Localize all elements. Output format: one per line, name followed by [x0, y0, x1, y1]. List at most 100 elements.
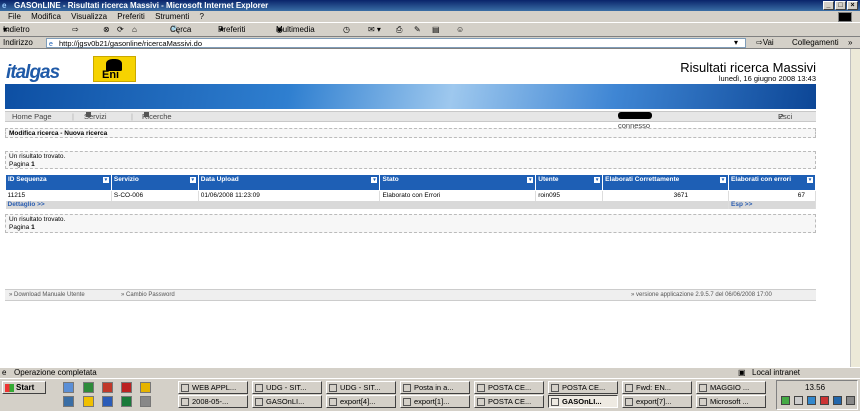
minimize-button[interactable]: _ — [823, 1, 834, 10]
maximize-button[interactable]: □ — [835, 1, 846, 10]
result-summary-bottom: Un risultato trovato. Pagina 1 — [5, 214, 816, 233]
ie-quicklaunch-icon[interactable] — [63, 382, 74, 393]
taskbar: Start WEB APPL... UDG - SIT... UDG - SIT… — [0, 378, 860, 411]
result-summary-top: Un risultato trovato. Pagina 1 — [5, 151, 816, 169]
page-link-1[interactable]: 1 — [31, 161, 35, 168]
network-icon[interactable] — [781, 396, 790, 405]
vertical-scrollbar[interactable] — [850, 49, 860, 367]
excel-icon — [699, 398, 707, 406]
access-quicklaunch-icon[interactable] — [102, 382, 113, 393]
task-button[interactable]: POSTA CE... — [474, 381, 544, 394]
menu-edit[interactable]: Modifica — [31, 12, 61, 21]
ie-icon — [551, 398, 559, 406]
task-button[interactable]: export[1]... — [400, 395, 470, 408]
word-quicklaunch-icon[interactable] — [102, 396, 113, 407]
header-servizio[interactable]: Servizio ▾ — [110, 174, 199, 191]
desktop-quicklaunch-icon[interactable] — [63, 396, 74, 407]
ie-icon — [181, 384, 189, 392]
eni-logo-text: Eni — [102, 69, 120, 81]
task-button-active[interactable]: GASOnLI... — [548, 395, 618, 408]
discuss-icon[interactable]: ▤ — [432, 23, 440, 37]
address-dropdown-icon[interactable]: ▾ — [734, 37, 738, 49]
stop-icon[interactable]: ⊗ — [103, 23, 110, 37]
sort-icon[interactable]: ▾ — [102, 177, 109, 183]
update-icon[interactable] — [833, 396, 842, 405]
menu-tools[interactable]: Strumenti — [155, 12, 189, 21]
antivirus-icon[interactable] — [820, 396, 829, 405]
history-icon[interactable]: ◷ — [343, 23, 350, 37]
cell-id: 11215 — [5, 190, 112, 201]
search-actions[interactable]: Modifica ricerca - Nuova ricerca — [9, 130, 107, 137]
sort-icon[interactable]: ▾ — [527, 177, 534, 183]
sort-icon[interactable]: ▾ — [371, 177, 378, 183]
go-arrow-icon: ⇨ — [756, 38, 763, 47]
task-button[interactable]: Fwd: EN... — [622, 381, 692, 394]
home-icon[interactable]: ⌂ — [132, 23, 137, 37]
refresh-icon[interactable]: ⟳ — [117, 23, 124, 37]
header-stato[interactable]: Stato ▾ — [379, 174, 537, 191]
results-table: ID Sequenza ▾ Servizio ▾ Data Upload ▾ Stat… — [5, 174, 816, 209]
change-password-link[interactable]: » Cambio Password — [121, 290, 175, 301]
links-button[interactable]: Collegamenti — [792, 37, 839, 49]
task-button[interactable]: MAGGIO ... — [696, 381, 766, 394]
sort-icon[interactable]: ▾ — [594, 177, 601, 183]
page-link-1-bottom[interactable]: 1 — [31, 224, 35, 231]
header-id-sequenza[interactable]: ID Sequenza ▾ — [5, 174, 112, 191]
address-input[interactable]: e http://jgsv0b21/gasonline/ricercaMassi… — [46, 38, 746, 48]
sort-icon[interactable]: ▾ — [720, 177, 727, 183]
sort-icon[interactable]: ▾ — [189, 177, 196, 183]
header-elaborati-correttamente[interactable]: Elaborati Correttamente ▾ — [602, 174, 730, 191]
window-title: GASOnLINE - Risultati ricerca Massivi - … — [14, 1, 269, 10]
mail-icon[interactable]: ✉ ▾ — [368, 23, 381, 37]
security-icon[interactable] — [807, 396, 816, 405]
task-button[interactable]: UDG - SIT... — [326, 381, 396, 394]
task-button[interactable]: Posta in a... — [400, 381, 470, 394]
misc-quicklaunch-icon[interactable] — [140, 396, 151, 407]
cell-user: roin095 — [535, 190, 604, 201]
detail-link[interactable]: Dettaglio >> — [5, 200, 730, 209]
app-quicklaunch-icon[interactable] — [121, 396, 132, 407]
windows-flag-icon — [5, 384, 14, 392]
app-version: » versione applicazione 2.9.5.7 del 06/0… — [631, 292, 772, 298]
done-icon: e — [2, 368, 7, 377]
start-button[interactable]: Start — [2, 381, 46, 394]
task-button[interactable]: WEB APPL... — [178, 381, 248, 394]
header-utente[interactable]: Utente ▾ — [535, 174, 604, 191]
eni-logo: Eni — [93, 56, 136, 82]
cell-status: Elaborato con Errori — [379, 190, 537, 201]
outlook-quicklaunch-icon[interactable] — [140, 382, 151, 393]
manual-download-link[interactable]: » Download Manuale Utente — [9, 290, 85, 301]
nav-home[interactable]: Home Page — [12, 112, 52, 121]
header-data-upload[interactable]: Data Upload ▾ — [197, 174, 381, 191]
task-button[interactable]: export[4]... — [326, 395, 396, 408]
menu-view[interactable]: Visualizza — [71, 12, 107, 21]
task-button[interactable]: export[7]... — [622, 395, 692, 408]
tray-misc-icon[interactable] — [846, 396, 855, 405]
menu-file[interactable]: File — [8, 12, 21, 21]
window-titlebar: e GASOnLINE - Risultati ricerca Massivi … — [0, 0, 860, 11]
close-button[interactable]: × — [847, 1, 858, 10]
task-button[interactable]: POSTA CE... — [474, 395, 544, 408]
print-icon[interactable]: ⎙ — [396, 23, 402, 37]
folder-quicklaunch-icon[interactable] — [83, 396, 94, 407]
task-button[interactable]: 2008-05-... — [178, 395, 248, 408]
menu-favorites[interactable]: Preferiti — [117, 12, 145, 21]
task-button[interactable]: POSTA CE... — [548, 381, 618, 394]
back-button[interactable]: ⇦ Indietro ▾ — [3, 23, 30, 37]
excel-quicklaunch-icon[interactable] — [83, 382, 94, 393]
powerpoint-quicklaunch-icon[interactable] — [121, 382, 132, 393]
header-elaborati-con-errori[interactable]: Elaborati con errori ▾ — [728, 174, 816, 191]
go-button[interactable]: ⇨Vai — [756, 37, 774, 49]
menu-help[interactable]: ? — [200, 12, 204, 21]
cell-service: S-CO-006 — [111, 190, 199, 201]
edit-icon[interactable]: ✎ — [414, 23, 421, 37]
task-button[interactable]: GASOnLI... — [252, 395, 322, 408]
messenger-icon[interactable]: ☺ — [456, 23, 464, 37]
links-chevron-icon[interactable]: » — [848, 37, 852, 49]
sort-icon[interactable]: ▾ — [807, 177, 813, 183]
task-button[interactable]: UDG - SIT... — [252, 381, 322, 394]
clock[interactable]: 13.56 — [805, 383, 825, 392]
task-button[interactable]: Microsoft ... — [696, 395, 766, 408]
export-link[interactable]: Esp >> — [728, 200, 816, 209]
volume-icon[interactable] — [794, 396, 803, 405]
